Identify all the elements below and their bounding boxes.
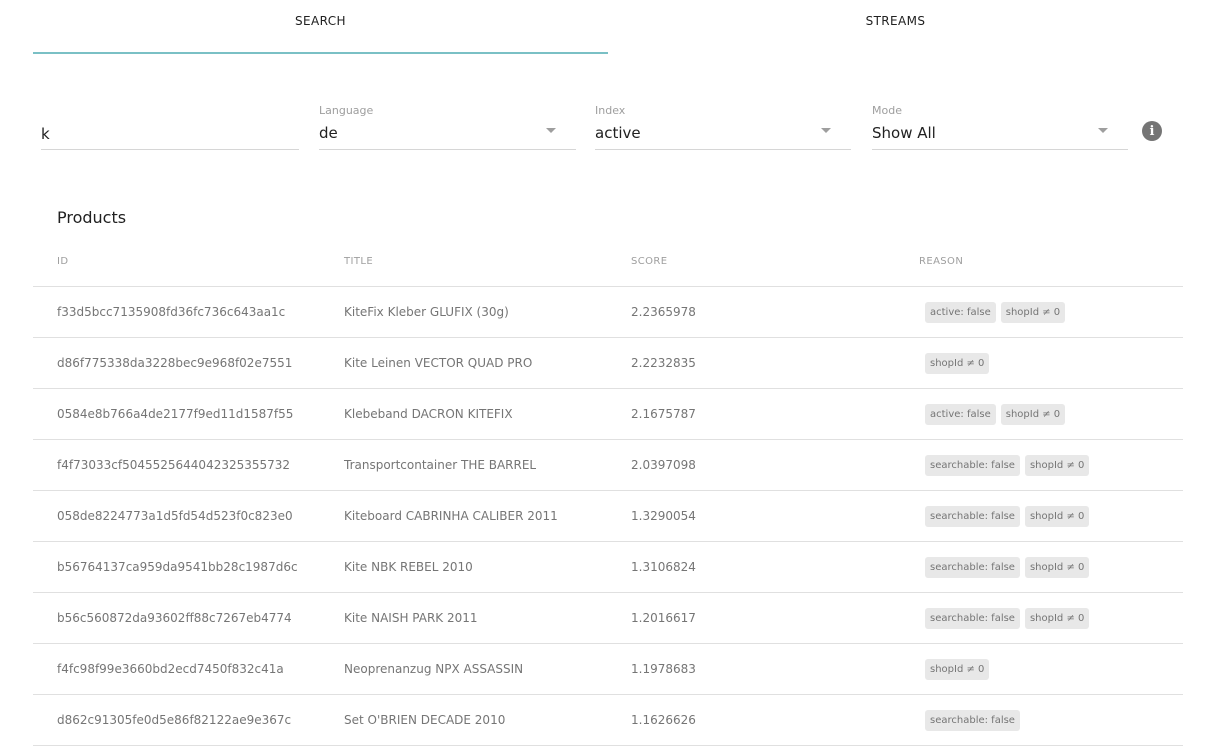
table-row[interactable]: d86f775338da3228bec9e968f02e7551 Kite Lei… — [33, 338, 1183, 389]
language-select[interactable]: Language de — [319, 96, 576, 150]
search-input[interactable] — [41, 124, 299, 144]
table-body: f33d5bcc7135908fd36fc736c643aa1c KiteFix … — [33, 287, 1183, 746]
reason-chip: shopId ≠ 0 — [1024, 505, 1090, 527]
product-title: Kite NBK REBEL 2010 — [344, 560, 473, 574]
product-score: 1.2016617 — [631, 611, 696, 625]
table-row[interactable]: 0584e8b766a4de2177f9ed11d1587f55 Klebeban… — [33, 389, 1183, 440]
product-score: 2.2232835 — [631, 356, 696, 370]
reason-chip: searchable: false — [925, 556, 1020, 578]
reason-chip: shopId ≠ 0 — [1000, 301, 1066, 323]
language-value[interactable]: de — [319, 124, 338, 142]
reason-chip: shopId ≠ 0 — [925, 352, 990, 374]
product-score: 1.1978683 — [631, 662, 696, 676]
product-title: Kite NAISH PARK 2011 — [344, 611, 478, 625]
product-reasons: searchable: false shopId ≠ 0 — [895, 454, 1183, 476]
product-reasons: shopId ≠ 0 — [895, 352, 1183, 374]
product-reasons: active: false shopId ≠ 0 — [895, 301, 1183, 323]
product-score: 1.3106824 — [631, 560, 696, 574]
reason-chip: shopId ≠ 0 — [1000, 403, 1066, 425]
product-id: 0584e8b766a4de2177f9ed11d1587f55 — [57, 407, 294, 421]
product-reasons: active: false shopId ≠ 0 — [895, 403, 1183, 425]
product-score: 1.1626626 — [631, 713, 696, 727]
product-title: Transportcontainer THE BARREL — [344, 458, 537, 472]
product-title: Klebeband DACRON KITEFIX — [344, 407, 513, 421]
product-id: d86f775338da3228bec9e968f02e7551 — [57, 356, 293, 370]
mode-select[interactable]: Mode Show All — [872, 96, 1128, 150]
reason-chip: searchable: false — [925, 454, 1020, 476]
column-header-reason[interactable]: REASON — [895, 256, 1183, 267]
chevron-down-icon[interactable] — [1098, 128, 1108, 133]
active-tab-indicator — [33, 52, 608, 54]
chevron-down-icon[interactable] — [546, 128, 556, 133]
table-header: ID TITLE SCORE REASON — [33, 236, 1183, 287]
product-id: 058de8224773a1d5fd54d523f0c823e0 — [57, 509, 293, 523]
tab-search[interactable]: SEARCH — [33, 0, 608, 54]
product-reasons: searchable: false shopId ≠ 0 — [895, 505, 1183, 527]
tab-streams[interactable]: STREAMS — [608, 0, 1183, 54]
product-id: b56764137ca959da9541bb28c1987d6c — [57, 560, 298, 574]
table-row[interactable]: f33d5bcc7135908fd36fc736c643aa1c KiteFix … — [33, 287, 1183, 338]
product-title: Set O'BRIEN DECADE 2010 — [344, 713, 506, 727]
tab-bar: SEARCH STREAMS — [33, 0, 1183, 54]
search-field[interactable] — [41, 96, 299, 150]
index-value[interactable]: active — [595, 124, 641, 142]
products-title: Products — [57, 208, 127, 227]
mode-label: Mode — [872, 104, 902, 117]
reason-chip: searchable: false — [925, 505, 1020, 527]
table-row[interactable]: b56764137ca959da9541bb28c1987d6c Kite NBK… — [33, 542, 1183, 593]
language-label: Language — [319, 104, 374, 117]
products-table: ID TITLE SCORE REASON f33d5bcc7135908fd3… — [33, 236, 1183, 746]
product-title: KiteFix Kleber GLUFIX (30g) — [344, 305, 509, 319]
reason-chip: shopId ≠ 0 — [1024, 454, 1090, 476]
product-title: Kite Leinen VECTOR QUAD PRO — [344, 356, 533, 370]
index-select[interactable]: Index active — [595, 96, 851, 150]
info-icon[interactable]: i — [1142, 121, 1162, 141]
product-reasons: shopId ≠ 0 — [895, 658, 1183, 680]
product-reasons: searchable: false shopId ≠ 0 — [895, 607, 1183, 629]
product-id: f4fc98f99e3660bd2ecd7450f832c41a — [57, 662, 284, 676]
table-row[interactable]: d862c91305fe0d5e86f82122ae9e367c Set O'BR… — [33, 695, 1183, 746]
product-id: f4f73033cf5045525644042325355732 — [57, 458, 291, 472]
product-reasons: searchable: false — [895, 709, 1183, 731]
product-id: b56c560872da93602ff88c7267eb4774 — [57, 611, 292, 625]
product-reasons: searchable: false shopId ≠ 0 — [895, 556, 1183, 578]
reason-chip: active: false — [925, 301, 996, 323]
reason-chip: shopId ≠ 0 — [925, 658, 990, 680]
column-header-score[interactable]: SCORE — [607, 256, 895, 267]
reason-chip: searchable: false — [925, 607, 1020, 629]
product-score: 2.2365978 — [631, 305, 696, 319]
product-score: 2.0397098 — [631, 458, 696, 472]
reason-chip: searchable: false — [925, 709, 1020, 731]
table-row[interactable]: f4f73033cf5045525644042325355732 Transpor… — [33, 440, 1183, 491]
product-id: d862c91305fe0d5e86f82122ae9e367c — [57, 713, 292, 727]
table-row[interactable]: f4fc98f99e3660bd2ecd7450f832c41a Neoprena… — [33, 644, 1183, 695]
table-row[interactable]: 058de8224773a1d5fd54d523f0c823e0 Kiteboar… — [33, 491, 1183, 542]
column-header-id[interactable]: ID — [33, 256, 320, 267]
product-score: 2.1675787 — [631, 407, 696, 421]
product-title: Kiteboard CABRINHA CALIBER 2011 — [344, 509, 558, 523]
reason-chip: shopId ≠ 0 — [1024, 607, 1090, 629]
reason-chip: shopId ≠ 0 — [1024, 556, 1090, 578]
reason-chip: active: false — [925, 403, 996, 425]
product-title: Neoprenanzug NPX ASSASSIN — [344, 662, 524, 676]
product-score: 1.3290054 — [631, 509, 696, 523]
index-label: Index — [595, 104, 626, 117]
column-header-title[interactable]: TITLE — [320, 256, 607, 267]
table-row[interactable]: b56c560872da93602ff88c7267eb4774 Kite NAI… — [33, 593, 1183, 644]
product-id: f33d5bcc7135908fd36fc736c643aa1c — [57, 305, 286, 319]
mode-value[interactable]: Show All — [872, 124, 936, 142]
chevron-down-icon[interactable] — [821, 128, 831, 133]
